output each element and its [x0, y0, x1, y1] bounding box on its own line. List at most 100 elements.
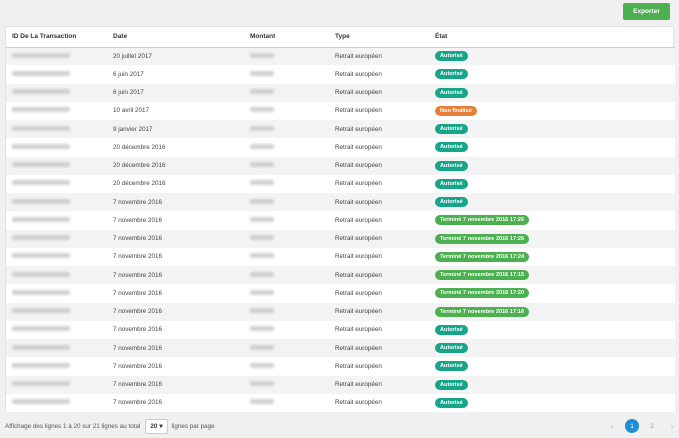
column-header-date[interactable]: Date: [107, 27, 244, 48]
table-header-row: ID De La Transaction Date Montant Type É…: [6, 27, 675, 48]
table-row[interactable]: 7 novembre 2016 Retrait européen Terminé 7…: [6, 211, 675, 230]
cell-transaction-id: [6, 157, 107, 175]
cell-amount: [244, 321, 329, 339]
redacted-id: [12, 326, 70, 332]
export-button[interactable]: Exporter: [623, 3, 670, 20]
cell-type: Retrait européen: [335, 180, 382, 188]
cell-state: Autorisé: [429, 321, 675, 339]
table-body: 20 juillet 2017 Retrait européen Autorisé 6…: [6, 47, 675, 412]
redacted-id: [12, 180, 70, 186]
cell-state: Autorisé: [429, 84, 675, 102]
redacted-amount: [250, 326, 274, 332]
cell-amount: [244, 339, 329, 357]
redacted-amount: [250, 107, 274, 113]
table-row[interactable]: 20 décembre 2016 Retrait européen Autorisé: [6, 156, 675, 175]
cell-date: 7 novembre 2016: [113, 381, 163, 389]
cell-date: 7 novembre 2016: [113, 344, 163, 352]
cell-state: Autorisé: [429, 394, 675, 412]
table-row[interactable]: 20 décembre 2016 Retrait européen Autorisé: [6, 138, 675, 157]
cell-date: 7 novembre 2016: [113, 253, 163, 261]
table-row[interactable]: 7 novembre 2016 Retrait européen Terminé 7…: [6, 266, 675, 285]
page-button-1[interactable]: 1: [625, 419, 639, 433]
transactions-table: ID De La Transaction Date Montant Type É…: [6, 27, 675, 412]
cell-amount: [244, 193, 329, 211]
cell-amount: [244, 84, 329, 102]
cell-type: Retrait européen: [335, 89, 382, 97]
status-badge: Autorisé: [435, 124, 468, 135]
table-row[interactable]: 7 novembre 2016 Retrait européen Terminé 7…: [6, 302, 675, 321]
table-row[interactable]: 7 novembre 2016 Retrait européen Terminé 7…: [6, 229, 675, 248]
column-header-id[interactable]: ID De La Transaction: [6, 27, 107, 48]
cell-amount: [244, 284, 329, 302]
cell-type: Retrait européen: [335, 70, 382, 78]
table-row[interactable]: 7 novembre 2016 Retrait européen Autorisé: [6, 320, 675, 339]
table-row[interactable]: 7 novembre 2016 Retrait européen Autorisé: [6, 339, 675, 358]
cell-type: Retrait européen: [335, 399, 382, 407]
table-row[interactable]: 10 avril 2017 Retrait européen Non finalis…: [6, 101, 675, 120]
cell-transaction-id: [6, 120, 107, 138]
status-badge: Autorisé: [435, 160, 468, 171]
redacted-amount: [250, 289, 274, 295]
status-badge: Autorisé: [435, 361, 468, 372]
cell-state: Autorisé: [429, 120, 675, 138]
cell-type: Retrait européen: [335, 107, 382, 115]
transactions-table-card: ID De La Transaction Date Montant Type É…: [5, 26, 675, 412]
status-badge: Autorisé: [435, 178, 468, 189]
redacted-amount: [250, 362, 274, 368]
table-row[interactable]: 7 novembre 2016 Retrait européen Autorisé: [6, 193, 675, 212]
column-header-amount[interactable]: Montant: [244, 27, 329, 48]
table-row[interactable]: 7 novembre 2016 Retrait européen Autorisé: [6, 375, 675, 394]
redacted-id: [12, 399, 70, 405]
cell-transaction-id: [6, 193, 107, 211]
table-row[interactable]: 20 juillet 2017 Retrait européen Autorisé: [6, 47, 675, 66]
table-row[interactable]: 7 novembre 2016 Retrait européen Terminé 7…: [6, 247, 675, 266]
status-badge: Autorisé: [435, 142, 468, 153]
cell-transaction-id: [6, 266, 107, 284]
table-row[interactable]: 20 décembre 2016 Retrait européen Autorisé: [6, 174, 675, 193]
cell-amount: [244, 230, 329, 248]
redacted-id: [12, 289, 70, 295]
table-row[interactable]: 6 juin 2017 Retrait européen Autorisé: [6, 83, 675, 102]
redacted-id: [12, 70, 70, 76]
redacted-id: [12, 125, 70, 131]
table-row[interactable]: 7 novembre 2016 Retrait européen Autorisé: [6, 393, 675, 412]
redacted-id: [12, 308, 70, 314]
table-row[interactable]: 7 novembre 2016 Retrait européen Autorisé: [6, 357, 675, 376]
table-row[interactable]: 7 novembre 2016 Retrait européen Terminé 7…: [6, 284, 675, 303]
cell-state: Autorisé: [429, 193, 675, 211]
redacted-amount: [250, 253, 274, 259]
page-size-value: 20: [150, 422, 158, 430]
cell-type: Retrait européen: [335, 289, 382, 297]
redacted-amount: [250, 70, 274, 76]
cell-state: Autorisé: [429, 157, 675, 175]
column-header-state[interactable]: État: [429, 27, 675, 48]
status-badge: Terminé 7 novembre 2016 17:24: [435, 251, 530, 262]
cell-amount: [244, 47, 329, 65]
table-row[interactable]: 9 janvier 2017 Retrait européen Autorisé: [6, 120, 675, 139]
cell-state: Terminé 7 novembre 2016 17:26: [429, 211, 675, 229]
redacted-amount: [250, 143, 274, 149]
next-page-icon[interactable]: ›: [665, 419, 679, 433]
status-badge: Terminé 7 novembre 2016 17:26: [435, 233, 530, 244]
page-button-2[interactable]: 2: [645, 419, 659, 433]
cell-date: 7 novembre 2016: [113, 326, 163, 334]
status-badge: Terminé 7 novembre 2016 17:20: [435, 288, 530, 299]
previous-page-icon[interactable]: ‹: [605, 419, 619, 433]
cell-transaction-id: [6, 248, 107, 266]
cell-amount: [244, 303, 329, 321]
cell-amount: [244, 157, 329, 175]
redacted-amount: [250, 344, 274, 350]
cell-amount: [244, 175, 329, 193]
cell-amount: [244, 120, 329, 138]
cell-type: Retrait européen: [335, 253, 382, 261]
cell-amount: [244, 357, 329, 375]
cell-amount: [244, 394, 329, 412]
column-header-type[interactable]: Type: [329, 27, 429, 48]
redacted-amount: [250, 180, 274, 186]
redacted-amount: [250, 162, 274, 168]
status-badge: Autorisé: [435, 87, 468, 98]
table-row[interactable]: 6 juin 2017 Retrait européen Autorisé: [6, 65, 675, 84]
page-size-dropdown[interactable]: 20 ▾: [145, 418, 168, 434]
redacted-amount: [250, 308, 274, 314]
cell-state: Autorisé: [429, 175, 675, 193]
